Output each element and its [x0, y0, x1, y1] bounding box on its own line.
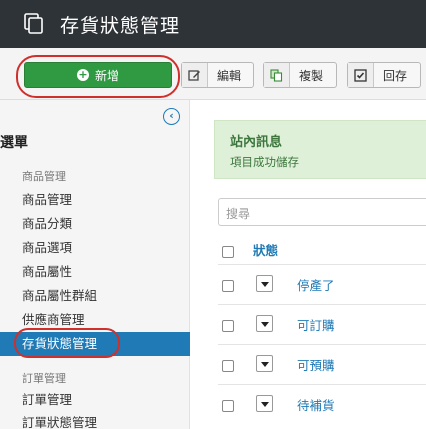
sidebar-item-attribute[interactable]: 商品屬性 [0, 260, 190, 284]
row-divider [218, 344, 426, 345]
row-divider [218, 264, 426, 265]
row-status-link[interactable]: 可預購 [297, 355, 335, 374]
search-input[interactable]: 搜尋 [218, 198, 426, 226]
collapse-sidebar-icon[interactable]: ‹ [163, 108, 180, 125]
copy-doc-icon [264, 63, 290, 87]
sidebar-item-order[interactable]: 訂單管理 [0, 388, 190, 412]
copy-button-label: 複製 [299, 68, 324, 83]
row-divider [218, 304, 426, 305]
sidebar: ‹ 選單 商品管理 商品管理 商品分類 商品選項 商品屬性 商品屬性群組 供應商… [0, 100, 190, 429]
column-header-status[interactable]: 狀態 [253, 240, 278, 259]
sidebar-menu-title: 選單 [0, 135, 28, 151]
checkbox-icon [348, 63, 374, 87]
row-checkbox[interactable] [222, 360, 234, 372]
sidebar-item-product[interactable]: 商品管理 [0, 188, 190, 212]
row-status-link[interactable]: 停產了 [297, 275, 335, 294]
sidebar-item-option[interactable]: 商品選項 [0, 236, 190, 260]
edit-button-label: 編輯 [217, 68, 242, 83]
row-status-link[interactable]: 可訂購 [297, 315, 335, 334]
row-checkbox[interactable] [222, 280, 234, 292]
row-dropdown-toggle[interactable] [256, 355, 273, 372]
save-button[interactable]: 回存 [347, 62, 421, 88]
sidebar-item-attribute-group[interactable]: 商品屬性群組 [0, 284, 190, 308]
page-title: 存貨狀態管理 [60, 15, 181, 37]
copy-button[interactable]: 複製 [263, 62, 337, 88]
edit-button[interactable]: 編輯 [181, 62, 254, 88]
select-all-checkbox[interactable] [222, 246, 234, 258]
copy-icon [24, 13, 43, 34]
row-dropdown-toggle[interactable] [256, 315, 273, 332]
main-content: 站內訊息 項目成功儲存 搜尋 狀態 停產了 可訂購 可預購 待補貨 [190, 100, 426, 429]
highlight-ring-new-button [16, 55, 180, 98]
notice-message: 項目成功儲存 [230, 155, 299, 169]
sidebar-group-order: 訂單管理 [22, 372, 66, 385]
search-placeholder: 搜尋 [226, 207, 251, 221]
row-checkbox[interactable] [222, 400, 234, 412]
row-divider [218, 384, 426, 385]
sidebar-group-product: 商品管理 [22, 170, 66, 183]
sidebar-item-category[interactable]: 商品分類 [0, 212, 190, 236]
row-status-link[interactable]: 待補貨 [297, 395, 335, 414]
row-dropdown-toggle[interactable] [256, 395, 273, 412]
notice-box: 站內訊息 項目成功儲存 [214, 120, 426, 179]
row-dropdown-toggle[interactable] [256, 275, 273, 292]
top-bar: 存貨狀態管理 [0, 0, 426, 48]
notice-title: 站內訊息 [230, 135, 283, 150]
save-button-label: 回存 [383, 68, 408, 83]
highlight-ring-stock-status [14, 328, 120, 358]
edit-icon [182, 63, 208, 87]
sidebar-item-order-status[interactable]: 訂單狀態管理 [0, 411, 190, 429]
row-checkbox[interactable] [222, 320, 234, 332]
